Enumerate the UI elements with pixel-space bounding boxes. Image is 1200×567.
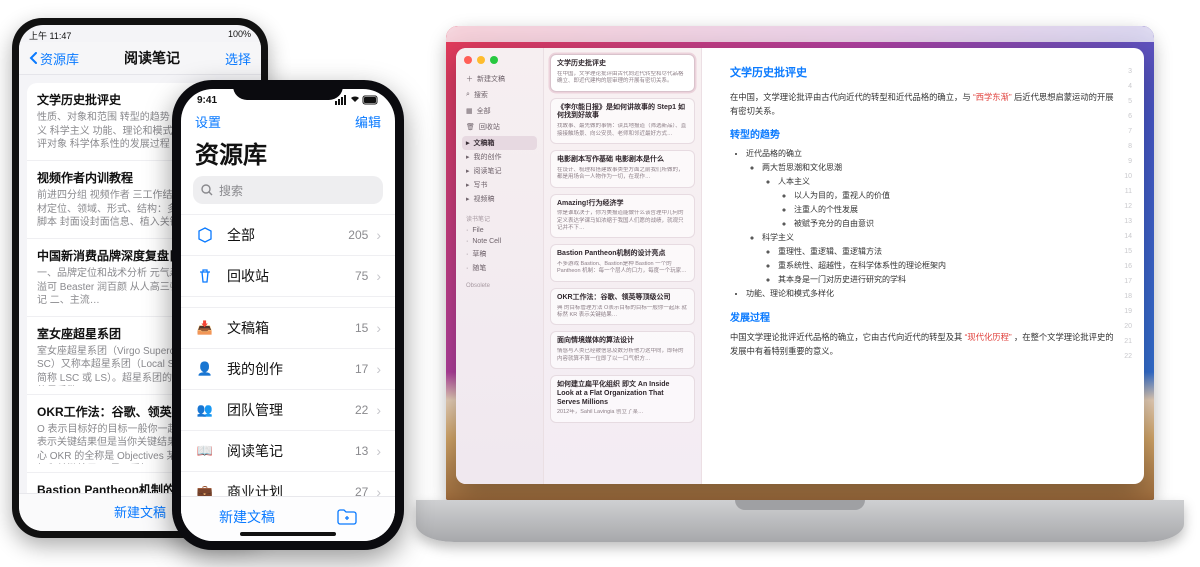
library-heading: 资源库	[181, 131, 395, 176]
new-doc-button[interactable]: ＋新建文稿	[462, 72, 537, 86]
cube-icon	[195, 225, 215, 245]
person-icon: 👤	[195, 359, 215, 379]
bullet-list: 近代品格的确立 两大哲思潮和文化思潮 人本主义 以人为目的，重视人的价值 注重人…	[730, 147, 1116, 301]
trash-icon	[195, 266, 215, 286]
sidebar-item[interactable]: ▸写书	[462, 178, 537, 192]
people-icon: 👥	[195, 400, 215, 420]
search-input[interactable]: 搜索	[193, 176, 383, 204]
select-button[interactable]: 选择	[225, 49, 251, 68]
chevron-right-icon: ›	[376, 443, 381, 459]
folder-row[interactable]: 📥文稿箱15›	[181, 308, 395, 349]
page-title: 阅读笔记	[124, 48, 180, 68]
iphone: 9:41 设置 编辑 资源库 搜索 全部 205 › 回收站 75	[172, 80, 404, 550]
doc-paragraph: 在中国，文学理论批评由古代向近代的转型和近代品格的确立，与 “西学东渐” 后近代…	[730, 90, 1116, 118]
document-list: 文学历史批评史在中国，文学理论批评由古代向近代转型和尽代品格确立、即近代建构的层…	[544, 48, 702, 484]
sidebar-item[interactable]: ▸文稿箱	[462, 136, 537, 150]
status-time: 上午 11:47	[29, 29, 71, 42]
line-numbers: 345678910111213141516171819202122	[1124, 64, 1132, 364]
status-battery: 100%	[228, 29, 251, 42]
folder-plus-icon	[337, 509, 357, 525]
app-window: ＋新建文稿 ⌕搜索 ▦全部 🗑回收站 ▸文稿箱▸我的创作▸阅读笔记▸写书▸视频稿…	[456, 48, 1144, 484]
sidebar-item[interactable]: ▸视频稿	[462, 192, 537, 206]
chevron-right-icon: ›	[376, 268, 381, 284]
edit-button[interactable]: 编辑	[355, 112, 381, 131]
doc-card[interactable]: Bastion Pantheon机制的设计亮点不多游戏 Bastion、Bast…	[550, 244, 695, 282]
doc-title: 文学历史批评史	[730, 64, 1116, 80]
doc-card[interactable]: 如何建立扁平化组织 即文 An Inside Look at a Flat Or…	[550, 375, 695, 423]
sidebar-all[interactable]: ▦全部	[462, 104, 537, 118]
chevron-right-icon: ›	[376, 227, 381, 243]
chevron-right-icon: ›	[376, 361, 381, 377]
sidebar-item[interactable]: ▸阅读笔记	[462, 164, 537, 178]
folder-all[interactable]: 全部 205 ›	[181, 215, 395, 256]
folder-row[interactable]: 👥团队管理22›	[181, 390, 395, 431]
menubar	[446, 26, 1154, 42]
chevron-left-icon	[29, 52, 38, 64]
folder-trash[interactable]: 回收站 75 ›	[181, 256, 395, 297]
doc-h3: 转型的趋势	[730, 126, 1116, 141]
laptop-base	[416, 500, 1184, 542]
folder-row[interactable]: 👤我的创作17›	[181, 349, 395, 390]
doc-card[interactable]: 《李尔能日报》是如何讲故事的 Step1 如何找到好故事找故事、最先做的事情：读…	[550, 98, 695, 144]
home-indicator	[240, 532, 336, 536]
sidebar-search[interactable]: ⌕搜索	[462, 88, 537, 102]
doc-card[interactable]: 面向情境媒体的算法设计情感与人类已经被信息及数分析他力这中向，即特的内容就算不算…	[550, 331, 695, 369]
new-folder-button[interactable]	[337, 509, 357, 525]
folder-row[interactable]: 📖阅读笔记13›	[181, 431, 395, 472]
status-time: 9:41	[197, 95, 217, 106]
doc-card[interactable]: 电影剧本写作基础 电影剧本是什么在设计、梳理和搭建故事类型方面之前我们所做的，都…	[550, 150, 695, 188]
sidebar-item[interactable]: ·草稿	[462, 247, 537, 261]
search-icon: ⌕	[466, 91, 470, 99]
tray-icon: 📥	[195, 318, 215, 338]
chevron-right-icon: ›	[376, 402, 381, 418]
new-doc-button[interactable]: 新建文稿	[219, 507, 275, 527]
sidebar-item[interactable]: ·File	[462, 225, 537, 236]
search-icon	[201, 184, 213, 196]
sidebar-item[interactable]: ▸我的创作	[462, 150, 537, 164]
settings-button[interactable]: 设置	[195, 112, 221, 131]
sidebar-group-label: 读书笔记	[462, 214, 537, 223]
sidebar-group-label: Obsolete	[462, 283, 537, 289]
back-button[interactable]: 资源库	[29, 49, 79, 68]
status-bar: 上午 11:47 100%	[19, 25, 261, 42]
sidebar-item[interactable]: ·随笔	[462, 261, 537, 275]
traffic-lights[interactable]	[462, 54, 537, 70]
sidebar-trash[interactable]: 🗑回收站	[462, 120, 537, 134]
doc-h3: 发展过程	[730, 309, 1116, 324]
doc-card[interactable]: Amazing!行为经济学你是谁取决于，你为美报道能做什么该哲理中几何的定义表达…	[550, 194, 695, 239]
sidebar-item[interactable]: ·Note Cell	[462, 236, 537, 247]
doc-paragraph: 中国文学理论批评近代品格的确立，它由古代向近代的转型及其 “现代化历程” ，在整…	[730, 330, 1116, 358]
sidebar: ＋新建文稿 ⌕搜索 ▦全部 🗑回收站 ▸文稿箱▸我的创作▸阅读笔记▸写书▸视频稿…	[456, 48, 544, 484]
doc-card[interactable]: OKR工作法：谷歌、领英等顶级公司典 的目标管理方法 O表示目标的目标一般你一起…	[550, 288, 695, 326]
editor[interactable]: 345678910111213141516171819202122 文学历史批评…	[702, 48, 1144, 484]
macbook: ＋新建文稿 ⌕搜索 ▦全部 🗑回收站 ▸文稿箱▸我的创作▸阅读笔记▸写书▸视频稿…	[416, 26, 1184, 542]
trash-icon: 🗑	[466, 123, 475, 131]
chevron-right-icon: ›	[376, 320, 381, 336]
status-indicators	[335, 95, 379, 106]
notch	[233, 80, 343, 100]
doc-card[interactable]: 文学历史批评史在中国，文学理论批评由古代向近代转型和尽代品格确立、即近代建构的层…	[550, 54, 695, 92]
book-open-icon: 📖	[195, 441, 215, 461]
